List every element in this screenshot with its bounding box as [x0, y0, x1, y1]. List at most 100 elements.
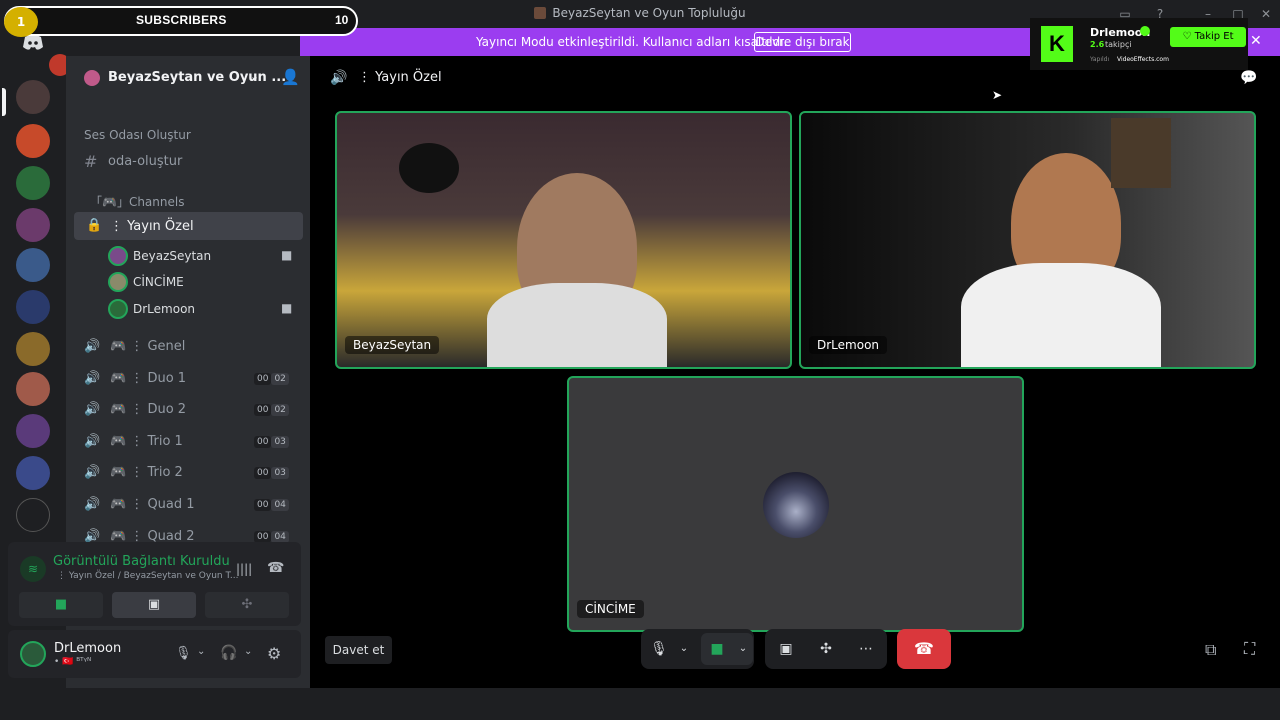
category-ses-odasi[interactable]: Ses Odası Oluştur: [84, 128, 191, 142]
noise-suppression-icon[interactable]: ||||: [236, 562, 252, 576]
lock-icon: 🔒: [86, 218, 103, 233]
chevron-down-icon[interactable]: ⌄: [197, 646, 205, 657]
kick-credit-prefix: Yapıldı: [1090, 56, 1110, 63]
server-icon-7[interactable]: [16, 332, 50, 366]
server-icon-1[interactable]: [16, 80, 50, 114]
user-name[interactable]: DrLemoon: [54, 641, 121, 656]
subscribers-count: 10: [335, 13, 349, 27]
user-count: 00: [254, 499, 272, 511]
disconnect-call-button[interactable]: ☎: [897, 629, 951, 669]
server-name[interactable]: BeyazSeytan ve Oyun ...: [108, 70, 286, 85]
user-count: 00: [254, 404, 272, 416]
server-icon-6[interactable]: [16, 290, 50, 324]
voice-channel-6[interactable]: 🎮 ⋮ Quad 1: [110, 497, 195, 512]
user-limit-badge: 00 02: [254, 373, 289, 385]
more-options-icon[interactable]: ⋯: [854, 629, 878, 669]
chat-bubble-icon[interactable]: 💬: [1240, 70, 1257, 86]
user-limit: 03: [271, 467, 289, 479]
user-limit: 02: [271, 373, 289, 385]
microphone-icon[interactable]: 🎙: [649, 629, 669, 669]
close-window-button[interactable]: ✕: [1256, 4, 1276, 24]
user-limit: 02: [271, 404, 289, 416]
stage-channel-title: ⋮ Yayın Özel: [358, 70, 442, 85]
avatar: [108, 299, 128, 319]
voice-user-beyazseytan[interactable]: BeyazSeytan: [133, 249, 211, 263]
voice-user-drlemoon[interactable]: DrLemoon: [133, 302, 195, 316]
speaker-icon: 🔊: [84, 371, 101, 386]
camera-icon[interactable]: ■: [705, 629, 729, 669]
category-channels[interactable]: 「🎮」Channels: [90, 193, 184, 210]
channel-oda-olustur[interactable]: oda-oluştur: [108, 154, 182, 169]
kick-credit-site: VideoEffects.com: [1117, 56, 1169, 63]
voice-user-cincime[interactable]: CİNCİME: [133, 275, 184, 289]
channel-yayin-ozel[interactable]: ⋮ Yayın Özel: [110, 219, 194, 234]
screen-share-button[interactable]: ▣: [112, 592, 196, 618]
server-icon-10[interactable]: [16, 456, 50, 490]
server-icon-4[interactable]: [16, 208, 50, 242]
tile-name-label: BeyazSeytan: [345, 336, 440, 354]
server-icon-3[interactable]: [16, 166, 50, 200]
user-status: • 🇹🇷 ᴮᵀᵞᴺ: [54, 657, 92, 667]
verified-icon: [1140, 26, 1150, 36]
microphone-icon[interactable]: 🎙: [175, 646, 192, 661]
avatar: [108, 272, 128, 292]
avatar[interactable]: [20, 641, 46, 667]
signal-icon[interactable]: ≋: [20, 556, 46, 582]
avatar: [108, 246, 128, 266]
user-limit-badge: 00 02: [254, 404, 289, 416]
chevron-down-icon[interactable]: ⌄: [250, 70, 259, 83]
speaker-icon: 🔊: [84, 434, 101, 449]
screen-share-icon[interactable]: ▣: [774, 629, 798, 669]
add-member-icon[interactable]: 👤: [281, 68, 300, 86]
tile-name-label: CİNCİME: [577, 600, 644, 618]
participant-video: [961, 263, 1161, 367]
close-banner-icon[interactable]: ✕: [1250, 33, 1262, 49]
chevron-down-icon[interactable]: ⌄: [244, 646, 252, 657]
popout-icon[interactable]: ⧉: [1205, 640, 1216, 660]
user-limit: 03: [271, 436, 289, 448]
participant-video: [487, 283, 667, 367]
video-tile-drlemoon[interactable]: DrLemoon: [799, 111, 1256, 369]
voice-channel-2[interactable]: 🎮 ⋮ Duo 1: [110, 371, 186, 386]
speaker-icon: 🔊: [84, 465, 101, 480]
user-limit-badge: 00 03: [254, 467, 289, 479]
camera-toggle-button[interactable]: ■: [19, 592, 103, 618]
fullscreen-icon[interactable]: ⛶: [1244, 639, 1255, 659]
server-icon-5[interactable]: [16, 248, 50, 282]
subscriber-goal-badge: 1: [4, 7, 38, 37]
server-icon-9[interactable]: [16, 414, 50, 448]
voice-status-title[interactable]: Görüntülü Bağlantı Kuruldu: [53, 554, 230, 569]
voice-channel-5[interactable]: 🎮 ⋮ Trio 2: [110, 465, 183, 480]
kick-follow-button[interactable]: ♡ Takip Et: [1170, 27, 1246, 47]
chevron-down-icon[interactable]: ⌄: [676, 629, 692, 669]
kick-logo-icon: K: [1041, 26, 1073, 62]
wall-picture: [1111, 118, 1171, 188]
voice-channel-3[interactable]: 🎮 ⋮ Duo 2: [110, 402, 186, 417]
headphones-icon[interactable]: 🎧: [220, 645, 237, 661]
activities-button[interactable]: ✣: [205, 592, 289, 618]
window-title-text: BeyazSeytan ve Oyun Topluluğu: [552, 6, 746, 20]
settings-gear-icon[interactable]: ⚙: [267, 644, 281, 663]
selected-server-pill: [2, 88, 6, 116]
server-icon-2[interactable]: [16, 124, 50, 158]
discord-home-icon[interactable]: [16, 34, 50, 60]
video-tile-cincime[interactable]: CİNCİME: [567, 376, 1024, 632]
disable-streamer-mode-button[interactable]: Devre dışı bırak: [754, 32, 851, 52]
chevron-down-icon[interactable]: ⌄: [735, 629, 751, 669]
server-icon-11[interactable]: [16, 498, 50, 532]
participant-avatar: [763, 472, 829, 538]
server-icon-8[interactable]: [16, 372, 50, 406]
user-count: 00: [254, 467, 272, 479]
voice-status-channel[interactable]: ⋮ Yayın Özel / BeyazSeytan ve Oyun T...: [57, 571, 239, 581]
disconnect-icon[interactable]: ☎: [267, 560, 284, 576]
camera-icon: ■: [281, 301, 293, 315]
kick-follower-count: 2.6: [1090, 40, 1105, 49]
invite-button[interactable]: Davet et: [325, 636, 392, 664]
activities-icon[interactable]: ✣: [814, 629, 838, 669]
streamer-mode-text: Yayıncı Modu etkinleştirildi. Kullanıcı …: [476, 35, 788, 49]
video-tile-beyazseytan[interactable]: BeyazSeytan: [335, 111, 792, 369]
voice-channel-4[interactable]: 🎮 ⋮ Trio 1: [110, 434, 183, 449]
subscribers-label: SUBSCRIBERS: [136, 13, 227, 27]
voice-channel-1[interactable]: 🎮 ⋮ Genel: [110, 339, 185, 354]
user-panel: [8, 630, 301, 678]
